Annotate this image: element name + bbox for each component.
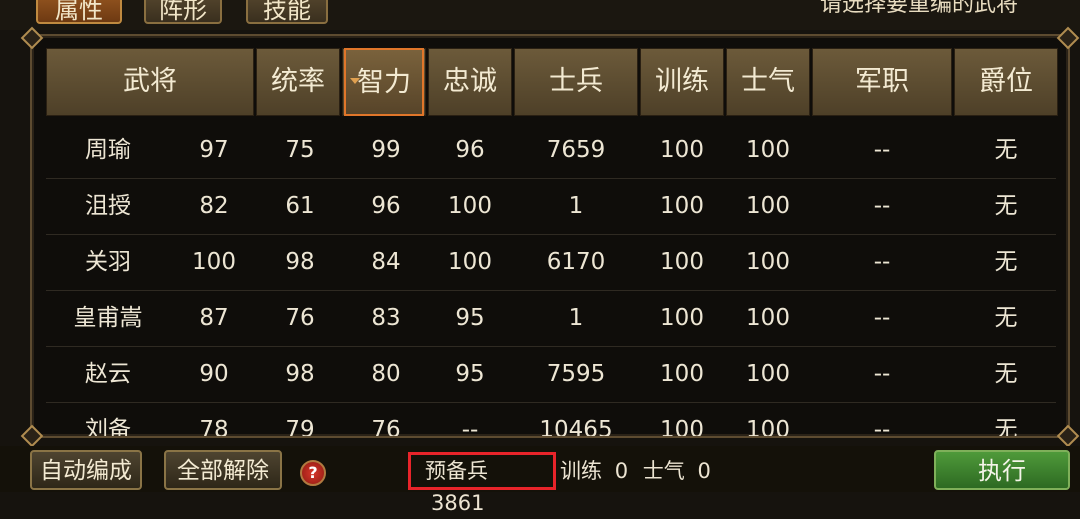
cell-军职: -- <box>873 249 891 275</box>
cell-训练: 100 <box>660 305 704 331</box>
col-header-name[interactable]: 武将 <box>46 48 254 116</box>
cell-忠诚: 100 <box>448 249 492 275</box>
morale-value: 0 <box>697 459 711 483</box>
cell-训练: 100 <box>660 417 704 438</box>
table-row[interactable]: 皇甫嵩 87 76 83 95 1 100 100 -- 无 <box>46 290 1056 347</box>
cell-统率: 97 <box>199 137 229 163</box>
cell-训练: 100 <box>660 137 704 163</box>
cell-士气: 100 <box>746 193 790 219</box>
cell-武力: 76 <box>285 305 315 331</box>
col-header-command[interactable]: 统率 <box>256 48 340 116</box>
col-header-intelligence-label: 智力 <box>357 67 411 98</box>
sort-arrow-icon <box>350 78 360 84</box>
cell-忠诚: 96 <box>455 137 485 163</box>
cell-军职: -- <box>873 305 891 331</box>
cell-忠诚: 95 <box>455 305 485 331</box>
cell-智力: 99 <box>371 137 401 163</box>
cell-军职: -- <box>873 193 891 219</box>
cell-武将: 关羽 <box>85 249 131 275</box>
cell-爵位: 无 <box>994 305 1018 331</box>
release-all-button[interactable]: 全部解除 <box>164 450 282 490</box>
cell-士兵: 1 <box>568 305 584 331</box>
cell-忠诚: 95 <box>455 361 485 387</box>
col-header-intelligence[interactable]: 智力 <box>344 48 424 116</box>
cell-训练: 100 <box>660 361 704 387</box>
cell-士兵: 7595 <box>546 361 606 387</box>
cell-武力: 98 <box>285 361 315 387</box>
reserve-troops-box: 预备兵 3861 <box>408 452 556 515</box>
cell-忠诚: 100 <box>448 193 492 219</box>
cell-士气: 100 <box>746 137 790 163</box>
cell-军职: -- <box>873 137 891 163</box>
cell-爵位: 无 <box>994 249 1018 275</box>
col-header-training[interactable]: 训练 <box>640 48 724 116</box>
table-row[interactable]: 关羽 100 98 84 100 6170 100 100 -- 无 <box>46 234 1056 291</box>
cell-武力: 61 <box>285 193 315 219</box>
cell-统率: 78 <box>199 417 229 438</box>
cell-武将: 赵云 <box>85 361 131 387</box>
cell-统率: 90 <box>199 361 229 387</box>
table-row[interactable]: 沮授 82 61 96 100 1 100 100 -- 无 <box>46 178 1056 235</box>
reserve-label: 预备兵 <box>425 459 488 483</box>
cell-忠诚: -- <box>461 417 479 438</box>
tab-attributes[interactable]: 属性 <box>36 0 122 24</box>
cell-智力: 96 <box>371 193 401 219</box>
cell-智力: 83 <box>371 305 401 331</box>
train-value: 0 <box>614 459 629 483</box>
cell-武力: 98 <box>285 249 315 275</box>
cell-军职: -- <box>873 361 891 387</box>
cell-统率: 82 <box>199 193 229 219</box>
cell-士气: 100 <box>746 249 790 275</box>
cell-武将: 周瑜 <box>85 137 131 163</box>
cell-训练: 100 <box>660 249 704 275</box>
cell-统率: 87 <box>199 305 229 331</box>
cell-士气: 100 <box>746 305 790 331</box>
col-header-rank[interactable]: 爵位 <box>954 48 1058 116</box>
col-header-soldiers[interactable]: 士兵 <box>514 48 638 116</box>
cell-军职: -- <box>873 417 891 438</box>
reserve-stats: 训练 0 士气 0 <box>560 452 711 490</box>
col-header-loyalty[interactable]: 忠诚 <box>428 48 512 116</box>
cell-士兵: 7659 <box>546 137 606 163</box>
cell-士兵: 1 <box>568 193 584 219</box>
col-header-post[interactable]: 军职 <box>812 48 952 116</box>
help-icon[interactable]: ? <box>300 460 326 486</box>
cell-武力: 79 <box>285 417 315 438</box>
cell-智力: 84 <box>371 249 401 275</box>
cell-武将: 皇甫嵩 <box>73 305 143 331</box>
cell-爵位: 无 <box>994 137 1018 163</box>
execute-button[interactable]: 执行 <box>934 450 1070 490</box>
auto-assign-button[interactable]: 自动编成 <box>30 450 142 490</box>
table-row[interactable]: 周瑜 97 75 99 96 7659 100 100 -- 无 <box>46 122 1056 179</box>
morale-label: 士气 <box>642 459 685 483</box>
table-row[interactable]: 赵云 90 98 80 95 7595 100 100 -- 无 <box>46 346 1056 403</box>
tab-skills[interactable]: 技能 <box>246 0 328 24</box>
cell-爵位: 无 <box>994 361 1018 387</box>
reserve-value: 3861 <box>431 491 485 515</box>
cell-武将: 刘备 <box>85 417 131 438</box>
cell-爵位: 无 <box>994 417 1018 438</box>
generals-table: 武将 统率 武力 智力 忠诚 士兵 训练 士气 军职 爵位 周瑜97759996… <box>30 34 1070 438</box>
cell-武将: 沮授 <box>85 193 131 219</box>
cell-训练: 100 <box>660 193 704 219</box>
instruction-text: 请选择要重编的武将 <box>819 0 1018 17</box>
cell-智力: 76 <box>371 417 401 438</box>
table-row[interactable]: 刘备 78 79 76 -- 10465 100 100 -- 无 <box>46 402 1056 438</box>
col-header-morale[interactable]: 士气 <box>726 48 810 116</box>
cell-爵位: 无 <box>994 193 1018 219</box>
cell-统率: 100 <box>192 249 236 275</box>
cell-士兵: 6170 <box>546 249 606 275</box>
train-label: 训练 <box>560 459 602 483</box>
cell-士气: 100 <box>746 361 790 387</box>
cell-智力: 80 <box>371 361 401 387</box>
tab-formation[interactable]: 阵形 <box>144 0 222 24</box>
cell-士兵: 10465 <box>539 417 613 438</box>
cell-武力: 75 <box>285 137 315 163</box>
cell-士气: 100 <box>746 417 790 438</box>
